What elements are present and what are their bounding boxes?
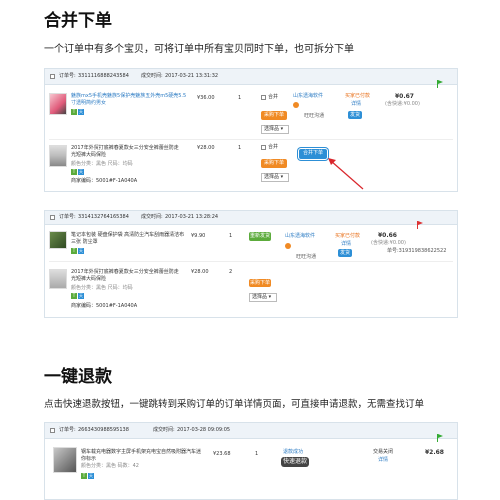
deal-time: 2017-03-21 13:31:32	[165, 73, 219, 79]
select-order-checkbox[interactable]	[50, 74, 55, 79]
product-thumbnail[interactable]	[49, 93, 67, 115]
merge-checkbox-label: 合并	[268, 144, 279, 150]
red-arrow-annotation	[328, 158, 364, 190]
item-quantity: 1	[238, 145, 242, 151]
flag-icon[interactable]	[417, 214, 423, 229]
tmall-badge-icon: 天	[78, 293, 84, 299]
item-price: ¥23.68	[213, 451, 231, 457]
item-quantity: 1	[255, 451, 259, 457]
order-status: 买家已付款	[335, 233, 361, 239]
order-number-label: 订单号:	[59, 73, 76, 79]
product-thumbnail[interactable]	[53, 447, 77, 473]
order-panel-header: 订单号: 2663430988595138 成交时间: 2017-03-28 0…	[45, 423, 457, 442]
deal-time-label: 成交时间:	[141, 214, 163, 220]
product-thumbnail[interactable]	[49, 145, 67, 167]
section-title-one-click-refund: 一键退款	[44, 367, 112, 387]
merchant-code: 商家编码：5001#F-1A040A	[71, 303, 138, 309]
product-attributes: 颜色分类：黑色 尺码：均码	[71, 285, 133, 291]
deal-time: 2017-03-28 09:09:05	[177, 427, 231, 433]
shipping-fee: (含快递:¥0.00)	[371, 240, 406, 246]
order-number: 2663430988595138	[78, 427, 129, 433]
wangwang-chat-icon[interactable]: 旺旺沟通	[293, 102, 325, 119]
order-panel-2: 订单号: 3314132764165384 成交时间: 2017-03-21 1…	[44, 210, 458, 318]
buyer-name[interactable]: 山东透海软件	[293, 93, 323, 100]
tmall-badge-icon: 天	[78, 169, 84, 175]
trade-status: 交易关闭	[373, 449, 394, 455]
item-quantity: 1	[229, 233, 233, 239]
item-price: ¥28.00	[191, 269, 209, 275]
reship-button[interactable]: 重新发货	[249, 232, 271, 241]
purchase-order-button[interactable]: 采购下单	[261, 111, 287, 120]
order-status: 买家已付款	[345, 93, 371, 99]
flag-icon[interactable]	[437, 427, 443, 442]
order-number-label: 订单号:	[59, 214, 76, 220]
tmall-badge-icon: 天	[78, 109, 84, 115]
tmall-badge-icon: 天	[78, 248, 84, 254]
merge-checkbox-label: 合并	[268, 94, 279, 100]
product-title[interactable]: 钢车载充电器数字主屏手机架充电宝自然吸附器汽车迷你标示	[81, 449, 201, 463]
select-order-checkbox[interactable]	[50, 215, 55, 220]
taobao-badge-icon: T	[71, 169, 77, 175]
item-price: ¥36.00	[197, 95, 215, 101]
product-attributes: 颜色分类：黑色 尺码：均码	[71, 161, 133, 167]
taobao-badge-icon: T	[71, 248, 77, 254]
order-number-label: 订单号:	[59, 427, 76, 433]
ship-button[interactable]: 发货	[338, 249, 352, 257]
deal-time: 2017-03-21 13:28:24	[165, 214, 219, 220]
product-select[interactable]: 选择品 ▾	[261, 125, 289, 134]
product-attributes: 颜色分类：黑色 码数：42	[81, 463, 139, 469]
order-detail-link[interactable]: 详情	[341, 241, 351, 248]
order-number: 3311116888243584	[78, 73, 129, 79]
product-select[interactable]: 选择品 ▾	[261, 173, 289, 182]
select-order-checkbox[interactable]	[50, 428, 55, 433]
taobao-badge-icon: T	[81, 473, 87, 479]
order-total: ¥0.67	[395, 93, 414, 100]
product-title[interactable]: 魅族mx5手机壳魅族5保护壳魅族五外壳m5硬壳5.5寸透明简约男女	[71, 93, 191, 107]
ship-button[interactable]: 发货	[348, 111, 362, 119]
tmall-badge-icon: 天	[88, 473, 94, 479]
shipping-fee: (含快递:¥0.00)	[385, 101, 420, 107]
taobao-badge-icon: T	[71, 109, 77, 115]
merge-checkbox[interactable]	[261, 95, 266, 100]
merge-order-button[interactable]: 合并下单	[298, 148, 328, 160]
wangwang-chat-icon[interactable]: 旺旺沟通	[285, 243, 317, 260]
product-thumbnail[interactable]	[49, 231, 67, 249]
deal-time-label: 成交时间:	[141, 73, 163, 79]
product-select[interactable]: 选择品 ▾	[249, 293, 277, 302]
order-total: ¥2.68	[425, 449, 444, 456]
item-quantity: 1	[238, 95, 242, 101]
product-title[interactable]: 笔记本包装 硬盘保护袋 高清防尘汽车刮雨器清洁布三张 防尘罩	[71, 232, 186, 246]
order-panel-header: 订单号: 3311116888243584 成交时间: 2017-03-21 1…	[45, 69, 457, 88]
section-description-merge-order: 一个订单中有多个宝贝，可将订单中所有宝贝同时下单，也可拆分下单	[44, 44, 354, 55]
order-total: ¥0.66	[378, 232, 397, 239]
purchase-order-button[interactable]: 采购下单	[249, 279, 271, 287]
product-title[interactable]: 2017年外贸打底裤春夏款女三分安全裤蕾丝防走光短裤大码保险	[71, 269, 181, 283]
flag-icon[interactable]	[437, 73, 443, 88]
item-price: ¥28.00	[197, 145, 215, 151]
merge-checkbox[interactable]	[261, 145, 266, 150]
refund-status: 退款成功	[283, 449, 304, 455]
merchant-code: 商家编码：5001#F-1A040A	[71, 178, 138, 184]
item-quantity: 2	[229, 269, 233, 275]
product-thumbnail[interactable]	[49, 269, 67, 289]
section-title-merge-order: 合并下单	[44, 11, 112, 31]
order-detail-link[interactable]: 详情	[351, 101, 361, 108]
order-panel-3: 订单号: 2663430988595138 成交时间: 2017-03-28 0…	[44, 422, 458, 500]
product-title[interactable]: 2017年外贸打底裤春夏款女三分安全裤蕾丝防走光短裤大码保险	[71, 145, 181, 159]
order-detail-link[interactable]: 详情	[378, 457, 388, 464]
purchase-order-button[interactable]: 采购下单	[261, 159, 287, 168]
deal-time-label: 成交时间:	[153, 427, 175, 433]
order-panel-1: 订单号: 3311116888243584 成交时间: 2017-03-21 1…	[44, 68, 458, 192]
taobao-badge-icon: T	[71, 293, 77, 299]
buyer-name[interactable]: 山东透海软件	[285, 233, 315, 240]
quick-refund-button[interactable]: 快速退款	[281, 457, 309, 467]
item-price: ¥9.90	[191, 233, 206, 239]
section-description-one-click-refund: 点击快速退款按钮，一键跳转到采购订单的订单详情页面，可直接申请退款，无需查找订单	[44, 399, 425, 410]
tracking-number: 单号:319319838622522	[387, 248, 447, 254]
order-panel-header: 订单号: 3314132764165384 成交时间: 2017-03-21 1…	[45, 211, 457, 229]
order-number: 3314132764165384	[78, 214, 129, 220]
